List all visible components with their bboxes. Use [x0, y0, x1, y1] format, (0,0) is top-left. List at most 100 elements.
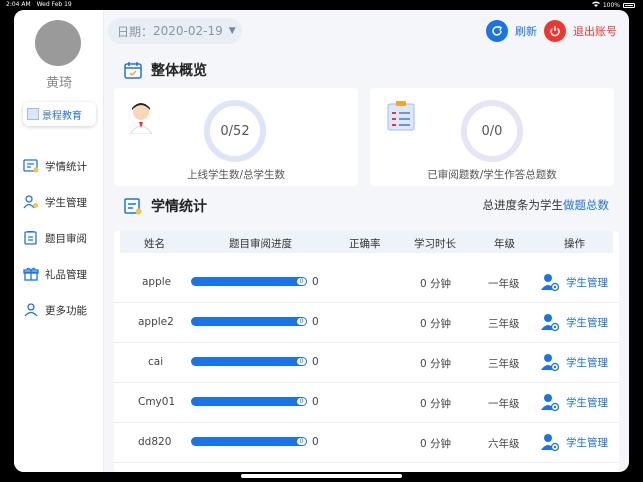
- table-row[interactable]: Cmy01 0 0 0 分钟 一年级 学生管理: [114, 383, 619, 423]
- progress-value: 0: [312, 396, 319, 408]
- sidebar-item-gifts[interactable]: 礼品管理: [23, 264, 101, 284]
- sidebar-item-stats[interactable]: 学情统计: [23, 156, 101, 176]
- column-header-action: 操作: [564, 238, 585, 250]
- org-button[interactable]: 景程教育: [23, 102, 96, 126]
- sidebar-item-label: 学情统计: [45, 160, 87, 173]
- online-ratio-label: 上线学生数/总学生数: [186, 169, 286, 181]
- column-header-progress: 题目审阅进度: [229, 238, 292, 250]
- reviewed-ratio-label: 已审阅题数/学生作答总题数: [427, 169, 557, 181]
- table-row[interactable]: dd820 0 0 0 分钟 六年级 学生管理: [114, 423, 619, 463]
- manage-student-label: 学生管理: [566, 356, 608, 369]
- logout-button[interactable]: 退出账号: [544, 20, 617, 42]
- user-manage-icon: [541, 434, 559, 451]
- gift-icon: [23, 267, 39, 281]
- user-manage-icon: [541, 314, 559, 331]
- duration-value: 0 分钟: [420, 358, 452, 370]
- battery-percent: 100%: [602, 1, 620, 9]
- overview-header: 整体概览: [124, 60, 207, 80]
- student-avatar-icon: [129, 103, 153, 134]
- student-name: dd820: [138, 436, 172, 448]
- progress-knob: 0: [297, 398, 306, 405]
- reviewed-ratio-ring: 0/0: [461, 100, 523, 162]
- online-ratio-value: 0/52: [220, 123, 250, 139]
- online-ratio-ring: 0/52: [204, 100, 266, 162]
- status-right: 100%: [591, 1, 635, 9]
- manage-student-label: 学生管理: [566, 396, 608, 409]
- progress-value: 0: [312, 316, 319, 328]
- table-header: 姓名 题目审阅进度 正确率 学习时长 年级 操作: [120, 231, 613, 253]
- grade-value: 一年级: [488, 278, 520, 290]
- status-time-date: 2:04 AM Wed Feb 19: [6, 1, 72, 8]
- progress-value: 0: [312, 436, 319, 448]
- stats-title: 学情统计: [151, 199, 207, 215]
- caret-down-icon: ▼: [228, 26, 236, 36]
- more-icon: [24, 303, 38, 317]
- sidebar-item-label: 学生管理: [45, 196, 87, 209]
- grade-value: 三年级: [488, 358, 520, 370]
- logout-label: 退出账号: [573, 25, 617, 38]
- manage-student-button[interactable]: 学生管理: [541, 273, 608, 291]
- building-icon: [27, 108, 39, 120]
- manage-student-button[interactable]: 学生管理: [541, 393, 608, 411]
- progress-knob: 0: [297, 438, 306, 445]
- progress-knob: 0: [297, 358, 306, 365]
- review-icon: [24, 231, 37, 245]
- top-bar: 日期： 2020-02-19 ▼ 刷新 退出账号: [108, 18, 627, 46]
- power-icon: [544, 20, 566, 42]
- battery-icon: [623, 2, 635, 8]
- user-name: 黄琦: [45, 76, 72, 91]
- calendar-icon: [124, 62, 142, 79]
- sidebar-item-more[interactable]: 更多功能: [23, 300, 101, 320]
- refresh-label: 刷新: [515, 25, 537, 38]
- student-stats-table: 姓名 题目审阅进度 正确率 学习时长 年级 操作 apple 0 0 0 分钟 …: [114, 231, 619, 472]
- duration-value: 0 分钟: [420, 318, 452, 330]
- progress-knob: 0: [297, 278, 306, 285]
- checklist-icon: [387, 101, 415, 131]
- progress-value: 0: [312, 276, 319, 288]
- stats-doc-icon: [124, 198, 142, 215]
- table-row[interactable]: apple2 0 0 0 分钟 三年级 学生管理: [114, 303, 619, 343]
- ipad-screen: 2:04 AM Wed Feb 19 100% 黄琦 景程教育 学情统计 学生管…: [0, 0, 643, 482]
- sidebar-item-label: 题目审阅: [45, 232, 87, 245]
- manage-student-label: 学生管理: [566, 276, 608, 289]
- progress-knob: 0: [297, 318, 306, 325]
- table-row[interactable]: cai 0 0 0 分钟 三年级 学生管理: [114, 343, 619, 383]
- overview-title: 整体概览: [151, 63, 207, 79]
- review-progress-bar: 0: [191, 357, 307, 366]
- review-progress-bar: 0: [191, 437, 307, 446]
- user-manage-icon: [541, 354, 559, 371]
- date-value: 2020-02-19: [153, 24, 223, 38]
- column-header-accuracy: 正确率: [349, 238, 381, 250]
- status-date: Wed Feb 19: [36, 1, 72, 8]
- manage-student-button[interactable]: 学生管理: [541, 353, 608, 371]
- duration-value: 0 分钟: [420, 398, 452, 410]
- column-header-name: 姓名: [144, 238, 165, 250]
- sidebar-item-review[interactable]: 题目审阅: [23, 228, 101, 248]
- duration-value: 0 分钟: [420, 438, 452, 450]
- sidebar-item-students[interactable]: 学生管理: [23, 192, 101, 212]
- stats-icon: [23, 159, 39, 173]
- grade-value: 三年级: [488, 318, 520, 330]
- refresh-button[interactable]: 刷新: [486, 20, 537, 42]
- manage-student-button[interactable]: 学生管理: [541, 433, 608, 451]
- online-students-card: 0/52 上线学生数/总学生数: [114, 88, 358, 186]
- student-name: Cmy01: [138, 396, 176, 408]
- grade-value: 六年级: [488, 438, 520, 450]
- home-indicator[interactable]: [241, 474, 402, 478]
- reviewed-ratio-value: 0/0: [481, 123, 503, 139]
- student-name: apple2: [138, 316, 174, 328]
- date-picker[interactable]: 日期： 2020-02-19 ▼: [108, 18, 242, 44]
- progress-note: 总进度条为学生做题总数: [483, 197, 610, 213]
- stats-header: 学情统计: [124, 196, 207, 216]
- table-row[interactable]: apple 0 0 0 分钟 一年级 学生管理: [114, 263, 619, 303]
- status-time: 2:04 AM: [6, 1, 31, 8]
- app-window: 黄琦 景程教育 学情统计 学生管理 题目审阅 礼品管理 更多功能 日期： 202…: [14, 10, 629, 472]
- sidebar: 黄琦 景程教育 学情统计 学生管理 题目审阅 礼品管理 更多功能: [14, 10, 104, 472]
- student-icon: [23, 195, 38, 209]
- avatar[interactable]: [35, 20, 81, 66]
- reviewed-questions-card: 0/0 已审阅题数/学生作答总题数: [370, 88, 614, 186]
- user-manage-icon: [541, 274, 559, 291]
- org-name: 景程教育: [42, 110, 82, 122]
- progress-note-highlight[interactable]: 做题总数: [563, 198, 609, 212]
- manage-student-button[interactable]: 学生管理: [541, 313, 608, 331]
